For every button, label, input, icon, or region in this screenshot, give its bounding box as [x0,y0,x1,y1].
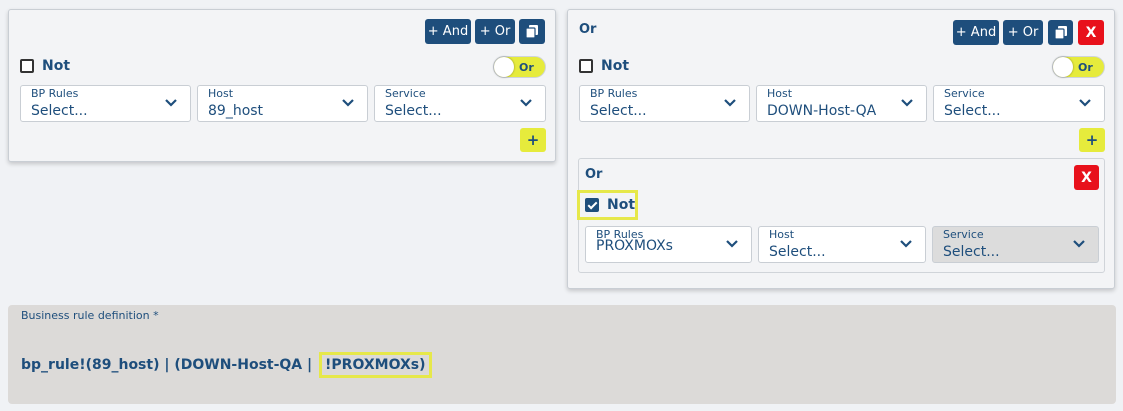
chevron-down-icon [900,240,912,248]
host-label: Host [769,228,795,241]
chevron-down-icon [1073,240,1085,248]
copy-button[interactable] [519,19,545,44]
service-value: Select... [385,103,442,119]
host-select[interactable]: Host Select... [758,226,926,263]
host-value: 89_host [208,103,264,119]
nested-panel-title: Or [585,167,603,182]
toggle-knob[interactable] [494,57,514,77]
service-label: Service [385,87,426,100]
service-select[interactable]: Service Select... [374,85,546,122]
operator-toggle[interactable]: Or [1052,56,1105,78]
panel-title: Or [579,22,597,37]
not-option[interactable]: Not [585,197,635,213]
not-checkbox[interactable] [20,59,34,73]
nested-or-panel: Or X Not BP Rules PROXMOXs Host Select..… [577,158,1105,273]
add-condition-button[interactable]: + [1079,128,1105,152]
chevron-down-icon [165,99,177,107]
chevron-down-icon [342,99,354,107]
right-rule-panel: Or + And + Or X Not Or BP Rules Select..… [567,9,1115,289]
host-select[interactable]: Host 89_host [197,85,368,122]
chevron-down-icon [726,240,738,248]
not-option[interactable]: Not [579,58,629,74]
service-value: Select... [944,103,1001,119]
delete-button[interactable]: X [1078,20,1104,45]
service-label: Service [944,87,985,100]
add-condition-button[interactable]: + [520,128,546,152]
add-or-button[interactable]: + Or [1003,20,1043,45]
definition-value: bp_rule!(89_host) | (DOWN-Host-QA | !PRO… [21,352,432,378]
add-or-button[interactable]: + Or [475,19,515,44]
not-checkbox[interactable] [585,198,599,212]
definition-label: Business rule definition * [21,309,159,322]
service-value: Select... [943,244,1000,260]
copy-icon [1054,26,1067,39]
bp-rules-select[interactable]: BP Rules PROXMOXs [585,226,752,263]
add-and-button[interactable]: + And [425,19,471,44]
bp-rules-value: PROXMOXs [596,238,673,254]
copy-button[interactable] [1048,20,1073,45]
bp-rules-select[interactable]: BP Rules Select... [20,85,191,122]
bp-rules-value: Select... [590,103,647,119]
business-rule-definition-field[interactable]: Business rule definition * bp_rule!(89_h… [8,305,1116,404]
service-label: Service [943,228,984,241]
bp-rules-value: Select... [31,103,88,119]
copy-icon [526,25,538,38]
host-value: DOWN-Host-QA [767,103,877,119]
not-label: Not [601,58,630,74]
bp-rules-label: BP Rules [31,87,79,100]
host-value: Select... [769,244,826,260]
delete-button[interactable]: X [1074,165,1099,190]
definition-text: bp_rule!(89_host) | (DOWN-Host-QA | [21,357,318,373]
not-label: Not [607,197,636,213]
left-rule-panel: + And + Or Not Or BP Rules Select... Hos… [8,9,556,162]
bp-rules-select[interactable]: BP Rules Select... [579,85,750,122]
add-and-button[interactable]: + And [953,20,999,45]
chevron-down-icon [1079,99,1091,107]
host-label: Host [767,87,793,100]
host-select[interactable]: Host DOWN-Host-QA [756,85,927,122]
not-checkbox[interactable] [579,59,593,73]
toggle-knob[interactable] [1053,57,1073,77]
host-label: Host [208,87,234,100]
service-select[interactable]: Service Select... [933,85,1105,122]
chevron-down-icon [724,99,736,107]
not-label: Not [42,58,71,74]
toggle-label: Or [519,60,534,74]
service-select[interactable]: Service Select... [932,226,1099,263]
not-option[interactable]: Not [20,58,70,74]
toggle-label: Or [1078,60,1093,74]
chevron-down-icon [520,99,532,107]
chevron-down-icon [901,99,913,107]
definition-highlight: !PROXMOXs) [319,352,432,378]
operator-toggle[interactable]: Or [493,56,546,78]
bp-rules-label: BP Rules [590,87,638,100]
